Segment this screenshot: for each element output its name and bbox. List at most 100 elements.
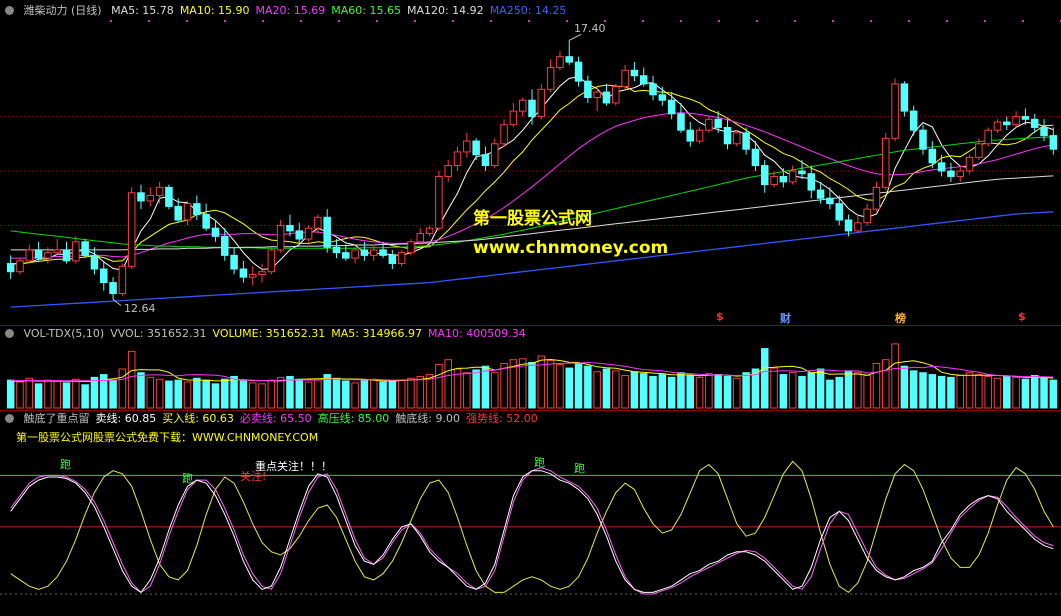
volume-bar — [900, 365, 909, 409]
main-panel-header: 潍柴动力 (日线) MA5: 15.78 MA10: 15.90 MA20: 15.… — [2, 3, 578, 19]
volume-bar — [6, 379, 15, 409]
signal-dot — [566, 20, 568, 22]
signal-dot — [756, 20, 758, 22]
candle-body — [332, 246, 341, 254]
signal-dot — [148, 20, 150, 22]
candle-body — [593, 91, 601, 99]
event-marker[interactable]: 榜 — [895, 310, 906, 326]
volume-bar — [584, 365, 592, 409]
volume-bar — [760, 348, 769, 409]
candle-body — [574, 61, 583, 82]
candle-body — [72, 241, 80, 262]
volume-bar — [276, 376, 285, 409]
volume-bar — [174, 379, 182, 409]
candle-body — [351, 249, 359, 259]
volume-bar — [882, 359, 890, 409]
candle-body — [770, 175, 778, 186]
event-marker[interactable]: 财 — [780, 310, 791, 326]
volume-bar — [146, 376, 155, 409]
indicator-legend-item-3: 必卖线: 65.50 — [239, 412, 312, 425]
candle-body — [1021, 116, 1030, 120]
volume-bar — [546, 360, 555, 409]
volume-bar — [975, 374, 983, 409]
volume-bar — [416, 375, 425, 409]
event-marker[interactable]: $ — [716, 310, 724, 323]
candle-body — [1003, 121, 1011, 126]
volume-legend-item-1: VVOL: 351652.31 — [110, 327, 207, 340]
volume-bar — [798, 375, 806, 409]
volume-bar — [369, 378, 378, 409]
signal-dot — [414, 20, 416, 22]
promo-text: 第一股票公式网股票公式免费下载：WWW.CHNMONEY.COM — [16, 431, 319, 444]
signal-dot — [376, 20, 378, 22]
event-marker[interactable]: $ — [1018, 310, 1026, 323]
volume-bar — [34, 383, 43, 409]
chart-canvas[interactable] — [0, 0, 1061, 613]
volume-bar — [165, 380, 173, 409]
watermark-url: www.chnmoney.com — [473, 238, 669, 258]
candle-body — [165, 186, 173, 207]
volume-bar — [705, 373, 713, 409]
signal-dot — [1022, 20, 1024, 22]
volume-bar — [1049, 379, 1058, 409]
volume-bar — [44, 379, 52, 409]
signal-dot — [338, 20, 340, 22]
candle-body — [546, 67, 555, 90]
high-pointer — [569, 33, 582, 41]
volume-bar — [1003, 375, 1011, 409]
volume-bar — [649, 375, 657, 409]
candle-body — [621, 69, 629, 88]
volume-panel-header: VOL-TDX(5,10) VVOL: 351652.31 VOLUME: 3516… — [2, 326, 538, 342]
chart-stage[interactable]: 潍柴动力 (日线) MA5: 15.78 MA10: 15.90 MA20: 15.… — [0, 0, 1061, 613]
candle-body — [239, 268, 248, 278]
candle-body — [686, 129, 695, 142]
candle-body — [937, 162, 946, 172]
volume-bar — [332, 377, 341, 409]
candle-body — [695, 129, 704, 142]
attention-label: 关注! — [240, 470, 267, 483]
signal-dot — [870, 20, 872, 22]
circle-toggle-icon[interactable] — [5, 329, 14, 338]
signal-dot — [794, 20, 796, 22]
candle-body — [6, 263, 15, 273]
signal-dot — [300, 20, 302, 22]
watermark-title: 第一股票公式网 — [473, 209, 592, 229]
signal-dot — [718, 20, 720, 22]
volume-bar — [574, 362, 583, 409]
circle-toggle-icon[interactable] — [5, 414, 14, 423]
volume-bar — [891, 343, 899, 409]
volume-bar — [81, 384, 89, 409]
volume-bar — [491, 372, 499, 409]
candle-body — [584, 80, 592, 98]
volume-bar — [16, 381, 24, 409]
ma-legend-item-1: MA10: 15.90 — [179, 4, 250, 17]
candle-body — [491, 143, 499, 167]
run-label: 跑 — [60, 458, 71, 471]
candle-body — [1049, 135, 1058, 150]
candle-body — [835, 203, 843, 221]
volume-bar — [854, 372, 862, 409]
indicator-legend-item-1: 卖线: 60.85 — [95, 412, 157, 425]
candle-body — [276, 224, 285, 251]
circle-toggle-icon[interactable] — [5, 6, 14, 15]
volume-legend: VOL-TDX(5,10) VVOL: 351652.31 VOLUME: 3516… — [24, 327, 532, 340]
signal-dot — [984, 20, 986, 22]
candle-body — [202, 214, 210, 229]
volume-bar — [1021, 378, 1030, 409]
indicator-legend-item-0: 触底了重点留 — [23, 412, 90, 425]
candle-body — [137, 192, 145, 202]
candle-body — [397, 252, 406, 265]
candle-body — [230, 254, 238, 270]
signal-dot — [110, 20, 112, 22]
candle-body — [798, 170, 806, 175]
volume-bar — [593, 371, 601, 409]
volume-bar — [435, 363, 443, 409]
volume-bar — [221, 378, 229, 409]
signal-dot — [642, 20, 644, 22]
volume-bar — [835, 376, 843, 409]
candle-body — [34, 249, 43, 259]
run-label: 跑 — [182, 472, 193, 485]
candle-body — [965, 156, 974, 172]
candle-body — [62, 249, 71, 262]
candle-body — [537, 88, 546, 118]
